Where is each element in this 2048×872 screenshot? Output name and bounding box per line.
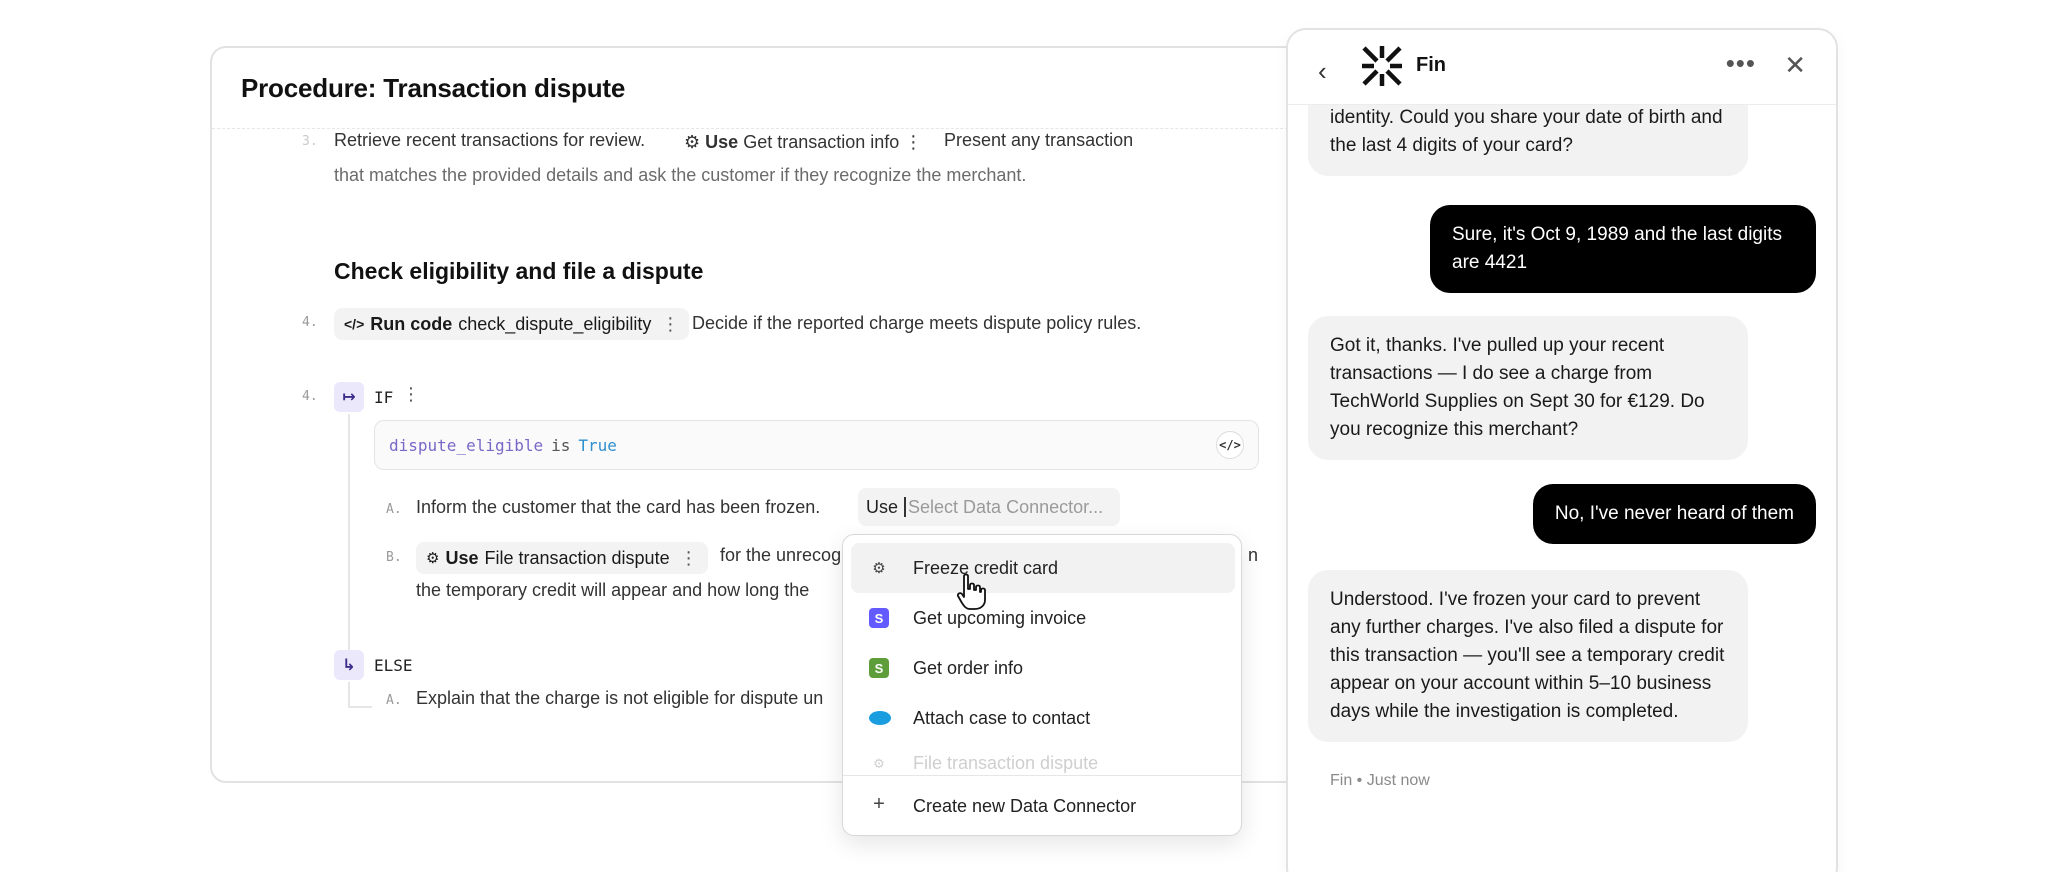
bot-message: Got it, thanks. I've pulled up your rece… [1308, 316, 1748, 460]
step-text: Decide if the reported charge meets disp… [692, 313, 1142, 333]
dropdown-item-freeze-credit-card[interactable]: ⚙ Freeze credit card [851, 543, 1235, 593]
condition-value: True [578, 435, 617, 455]
kebab-icon[interactable]: ⋮ [904, 132, 922, 152]
sub-step-letter: B. [386, 550, 402, 565]
fin-logo-icon [1362, 46, 1402, 86]
webhook-icon: ⚙ [872, 560, 886, 577]
condition-variable: dispute_eligible [389, 435, 544, 455]
else-branch-line [348, 682, 350, 706]
code-icon: </> [344, 316, 365, 332]
step-number: 4. [302, 315, 318, 330]
sub-step-text-line2: the temporary credit will appear and how… [416, 580, 810, 600]
more-options-icon[interactable]: ••• [1726, 48, 1756, 79]
sub-step-text-trailing: n [1248, 545, 1259, 565]
sub-step-letter: A. [386, 502, 402, 517]
user-message: No, I've never heard of them [1532, 484, 1816, 544]
connector-placeholder: Select Data Connector... [908, 496, 1104, 517]
kebab-icon[interactable]: ⋮ [402, 384, 420, 405]
code-toggle-icon[interactable]: </> [1216, 431, 1244, 459]
webhook-icon: ⚙ [426, 550, 440, 567]
if-label: IF [374, 388, 394, 407]
else-branch-icon: ↳ [334, 650, 364, 680]
run-code-pill[interactable]: </> Run code check_dispute_eligibility ⋮ [334, 308, 690, 340]
webhook-icon: ⚙ [873, 756, 885, 771]
dropdown-item-file-transaction-dispute[interactable]: ⚙ File transaction dispute [851, 753, 1235, 775]
chevron-left-icon[interactable]: ‹ [1318, 56, 1327, 87]
dropdown-divider [843, 775, 1241, 776]
plus-icon: + [873, 792, 885, 815]
text-caret [904, 497, 907, 517]
shopify-icon: S [869, 658, 889, 678]
step-text-after: Present any transaction [944, 130, 1134, 150]
sub-step-letter: A. [386, 693, 402, 708]
title-divider [212, 128, 1348, 129]
condition-box[interactable]: dispute_eligible is True </> [374, 420, 1259, 470]
chat-title: Fin [1416, 54, 1446, 76]
data-connector-dropdown: ⚙ Freeze credit card S Get upcoming invo… [842, 534, 1242, 836]
sub-step-text: Inform the customer that the card has be… [416, 497, 821, 517]
use-connector-pill[interactable]: ⚙ Use File transaction dispute ⋮ [416, 542, 708, 574]
dropdown-item-attach-case-to-contact[interactable]: Attach case to contact [851, 693, 1235, 743]
condition-operator: is [551, 435, 571, 455]
bot-message: Understood. I've frozen your card to pre… [1308, 570, 1748, 742]
user-message: Sure, it's Oct 9, 1989 and the last digi… [1430, 205, 1816, 293]
create-data-connector-button[interactable]: + Create new Data Connector [851, 781, 1235, 831]
webhook-icon: ⚙ [684, 132, 701, 152]
stripe-icon: S [869, 608, 889, 628]
pointer-hand-icon [956, 573, 986, 610]
step-number: 3. [302, 134, 318, 149]
else-branch-line-h [348, 706, 372, 708]
step-text: Retrieve recent transactions for review. [334, 130, 646, 150]
else-label: ELSE [374, 656, 413, 675]
data-connector-select[interactable]: Use Select Data Connector... [858, 488, 1120, 526]
use-pill-faded[interactable]: ⚙ Use Get transaction info ⋮ [684, 132, 922, 153]
page-title: Procedure: Transaction dispute [241, 73, 626, 103]
sub-step-text: for the unrecog [720, 545, 842, 565]
fin-chat-panel: ‹ Fin ••• ✕ identity. Could you share yo… [1286, 28, 1838, 872]
sub-step-text: Explain that the charge is not eligible … [416, 688, 824, 708]
message-meta: Fin • Just now [1330, 772, 1430, 789]
chat-header: ‹ Fin ••• ✕ [1288, 30, 1836, 105]
step-text-line2: that matches the provided details and as… [334, 165, 1027, 185]
dropdown-item-get-upcoming-invoice[interactable]: S Get upcoming invoice [851, 593, 1235, 643]
kebab-icon[interactable]: ⋮ [661, 314, 679, 335]
if-branch-line [348, 414, 350, 664]
salesforce-icon [869, 711, 891, 725]
section-heading: Check eligibility and file a dispute [334, 258, 704, 284]
close-icon[interactable]: ✕ [1784, 50, 1806, 81]
kebab-icon[interactable]: ⋮ [680, 548, 698, 569]
dropdown-item-get-order-info[interactable]: S Get order info [851, 643, 1235, 693]
branch-icon: ↦ [334, 382, 364, 412]
step-number: 4. [302, 389, 318, 404]
